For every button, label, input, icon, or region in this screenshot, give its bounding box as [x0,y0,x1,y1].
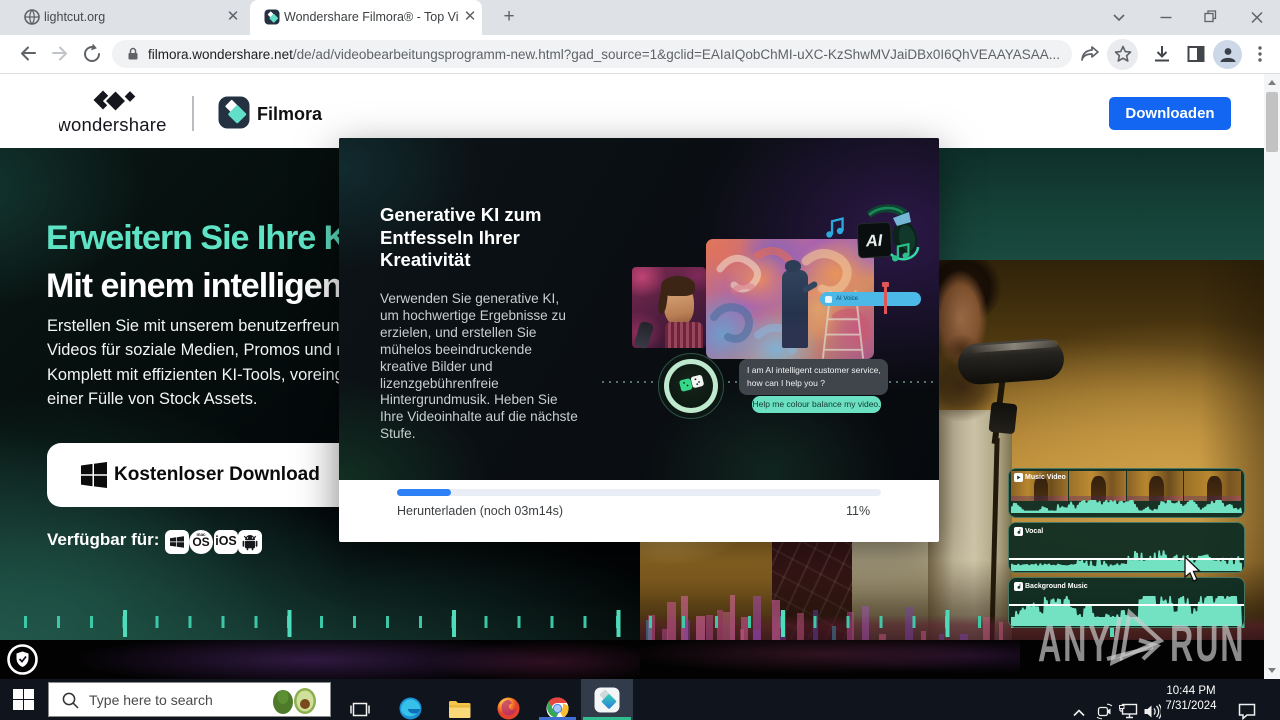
svg-text:wondershare: wondershare [59,114,167,135]
svg-text:AI: AI [864,232,883,251]
